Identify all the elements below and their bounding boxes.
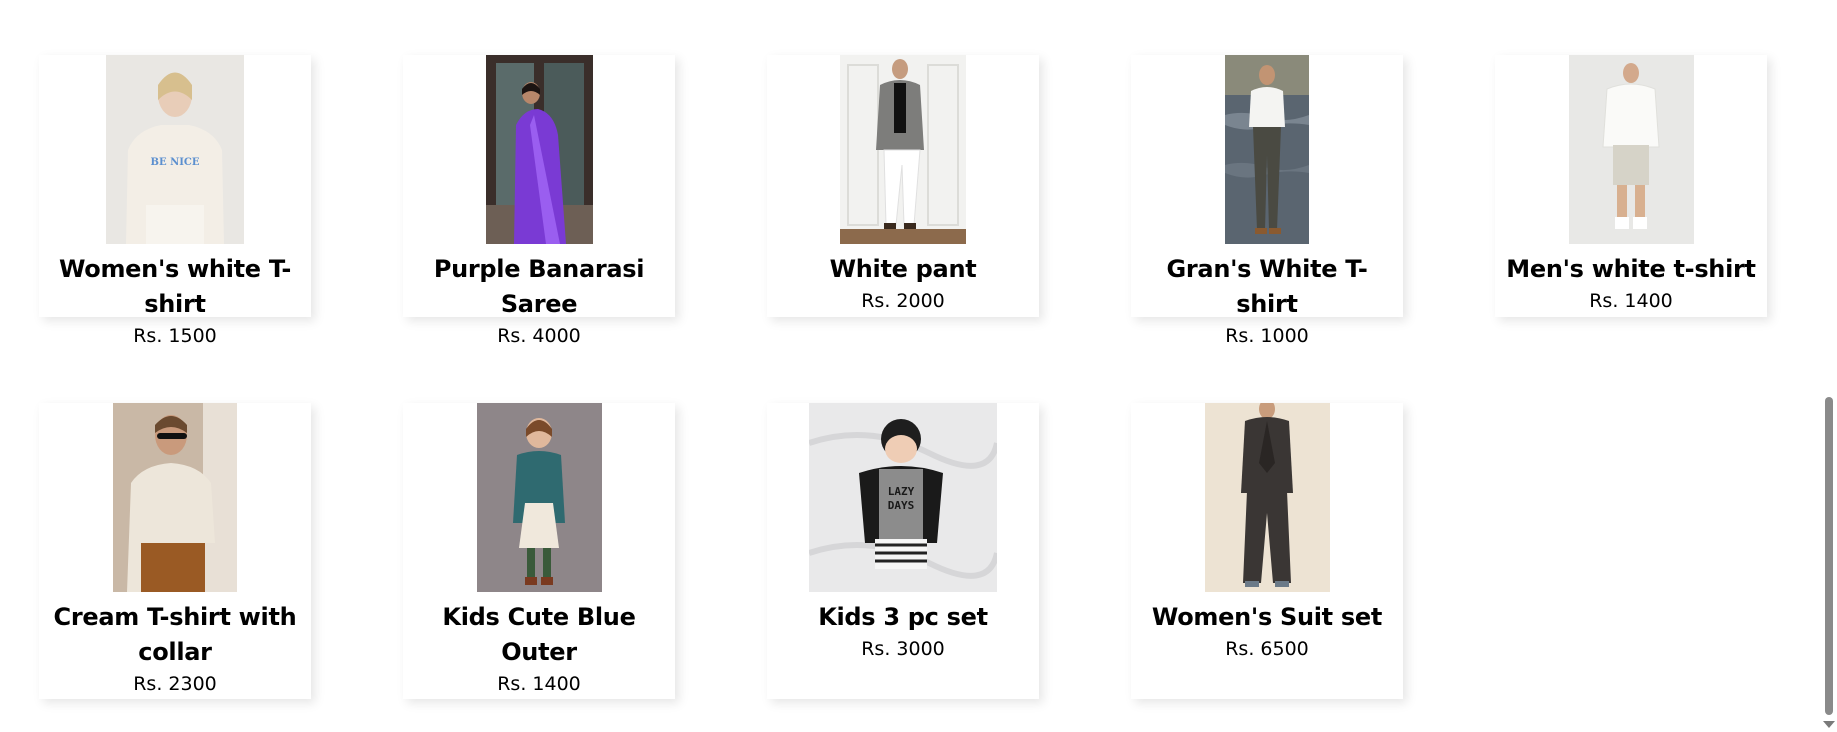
scroll-down-arrow-icon[interactable] [1823,721,1835,728]
product-price: Rs. 1400 [497,673,581,695]
product-image-kids-3pc-set[interactable]: LAZY DAYS [809,403,997,592]
product-price: Rs. 1400 [1589,290,1673,312]
product-card[interactable]: Gran's White T-shirt Rs. 1000 [1131,55,1403,347]
product-price: Rs. 1500 [133,325,217,347]
page: BE NICE Women's white T-shirt Rs. 1500 P… [0,0,1837,732]
product-image-cream-collar-tshirt[interactable] [113,403,237,592]
product-card[interactable]: BE NICE Women's white T-shirt Rs. 1500 [39,55,311,347]
product-image-womens-suit[interactable] [1204,403,1330,592]
product-card[interactable]: LAZY DAYS Kids 3 pc set Rs. 3000 [767,403,1039,699]
product-price: Rs. 4000 [497,325,581,347]
product-card[interactable]: White pant Rs. 2000 [767,55,1039,317]
product-image-white-pant[interactable] [840,55,966,244]
product-image-purple-saree[interactable] [485,55,593,244]
days-text: DAYS [888,499,915,512]
product-image-women-white-tshirt[interactable]: BE NICE [106,55,244,244]
product-price: Rs. 6500 [1225,638,1309,660]
product-name[interactable]: Kids 3 pc set [767,600,1039,635]
vertical-scrollbar[interactable] [1820,0,1837,732]
product-price: Rs. 2000 [861,290,945,312]
product-name[interactable]: Cream T-shirt with collar [39,600,311,670]
lazy-text: LAZY [888,485,915,498]
product-name[interactable]: Gran's White T-shirt [1131,252,1403,322]
scrollbar-thumb[interactable] [1825,397,1833,715]
product-card[interactable]: Cream T-shirt with collar Rs. 2300 [39,403,311,699]
product-name[interactable]: Kids Cute Blue Outer [403,600,675,670]
product-card[interactable]: Men's white t-shirt Rs. 1400 [1495,55,1767,317]
product-price: Rs. 3000 [861,638,945,660]
product-name[interactable]: Women's Suit set [1131,600,1403,635]
product-price: Rs. 1000 [1225,325,1309,347]
product-card[interactable]: Women's Suit set Rs. 6500 [1131,403,1403,699]
product-card[interactable]: Kids Cute Blue Outer Rs. 1400 [403,403,675,699]
product-grid: BE NICE Women's white T-shirt Rs. 1500 P… [0,0,1820,732]
product-name[interactable]: White pant [767,252,1039,287]
product-name[interactable]: Women's white T-shirt [39,252,311,322]
product-image-kids-blue-outer[interactable] [476,403,602,592]
product-name[interactable]: Men's white t-shirt [1495,252,1767,287]
product-name[interactable]: Purple Banarasi Saree [403,252,675,322]
product-image-men-white-tshirt[interactable] [1568,55,1694,244]
product-image-gran-white-tshirt[interactable] [1225,55,1309,244]
product-card[interactable]: Purple Banarasi Saree Rs. 4000 [403,55,675,347]
svg-text:BE NICE: BE NICE [151,157,200,168]
product-price: Rs. 2300 [133,673,217,695]
